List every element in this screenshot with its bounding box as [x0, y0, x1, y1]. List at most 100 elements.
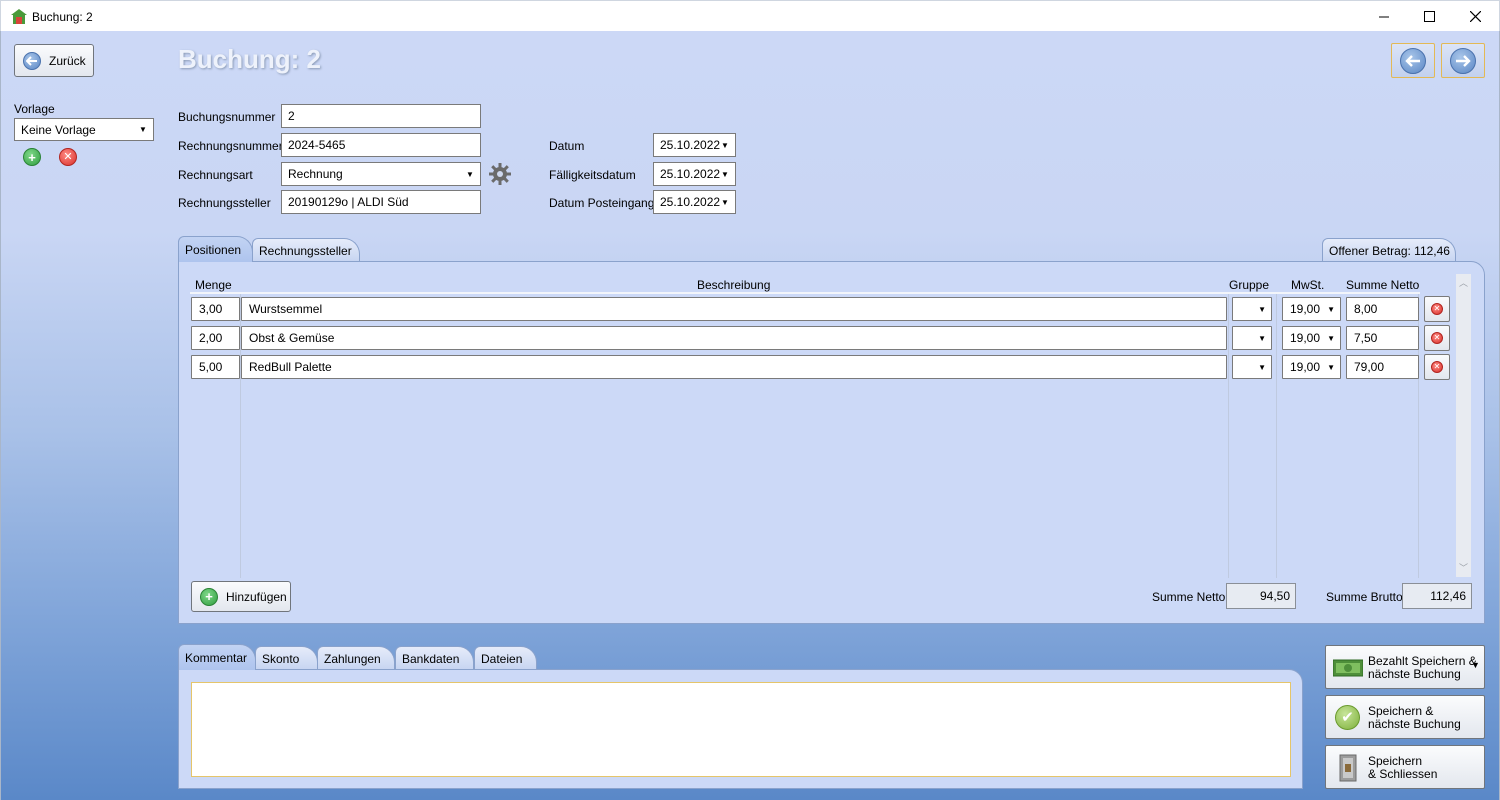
maximize-button[interactable] — [1406, 1, 1452, 32]
close-icon: ✕ — [1431, 361, 1443, 373]
chevron-down-icon: ▼ — [1327, 305, 1335, 314]
summe-brutto-value: 112,46 — [1430, 589, 1466, 603]
faelligkeit-label: Fälligkeitsdatum — [549, 168, 636, 182]
beschreibung-value: Obst & Gemüse — [249, 331, 335, 345]
rechnungssteller-label: Rechnungssteller — [178, 196, 271, 210]
speichern-schliessen-line1: Speichern — [1368, 754, 1423, 768]
menge-value: 2,00 — [199, 331, 223, 345]
menge-value: 3,00 — [199, 302, 223, 316]
tab-skonto[interactable]: Skonto — [255, 646, 318, 670]
close-window-button[interactable] — [1452, 1, 1498, 32]
speichern-naechste-label: Speichern & nächste Buchung — [1368, 705, 1461, 731]
bezahlt-label-line1: Bezahlt Speichern & — [1368, 654, 1477, 668]
mwst-value: 19,00 — [1290, 331, 1321, 345]
plus-icon: + — [23, 148, 41, 166]
row-mwst-select[interactable]: 19,00 ▼ — [1282, 355, 1341, 379]
faelligkeit-picker[interactable]: 25.10.2022 ▼ — [653, 162, 736, 186]
kommentar-textarea[interactable] — [191, 682, 1291, 777]
tab-bankdaten[interactable]: Bankdaten — [395, 646, 474, 670]
tab-dateien-label: Dateien — [481, 651, 523, 666]
summe-netto-label: Summe Netto — [1152, 590, 1226, 604]
add-position-button[interactable]: + Hinzufügen — [191, 581, 291, 612]
row-menge[interactable]: 2,00 — [191, 326, 240, 350]
back-button[interactable]: Zurück — [14, 44, 94, 77]
header-summe-netto: Summe Netto — [1346, 278, 1420, 292]
row-summe[interactable]: 7,50 — [1346, 326, 1419, 350]
speichern-schliessen-line2: & Schliessen — [1368, 767, 1438, 781]
delete-row-button[interactable]: ✕ — [1424, 354, 1450, 380]
delete-row-button[interactable]: ✕ — [1424, 296, 1450, 322]
bezahlt-speichern-button[interactable]: Bezahlt Speichern & nächste Buchung ▼ — [1325, 645, 1485, 689]
rechnungsnummer-value: 2024-5465 — [288, 138, 346, 152]
tab-bankdaten-label: Bankdaten — [402, 651, 460, 666]
rechnungsart-value: Rechnung — [288, 167, 343, 181]
row-summe[interactable]: 8,00 — [1346, 297, 1419, 321]
header-mwst: MwSt. — [1291, 278, 1325, 292]
delete-row-button[interactable]: ✕ — [1424, 325, 1450, 351]
close-icon: ✕ — [1431, 332, 1443, 344]
positions-scrollbar[interactable]: ︿ ﹀ — [1456, 274, 1471, 577]
speichern-schliessen-button[interactable]: Speichern & Schliessen — [1325, 745, 1485, 789]
tab-dateien[interactable]: Dateien — [474, 646, 537, 670]
row-gruppe-select[interactable]: ▼ — [1232, 355, 1272, 379]
header-beschreibung: Beschreibung — [697, 278, 771, 292]
tab-kommentar[interactable]: Kommentar — [178, 644, 256, 670]
rechnungsnummer-label: Rechnungsnummer — [178, 139, 283, 153]
close-icon: ✕ — [59, 148, 77, 166]
row-gruppe-select[interactable]: ▼ — [1232, 326, 1272, 350]
plus-icon: + — [200, 587, 218, 606]
menge-value: 5,00 — [199, 360, 223, 374]
row-summe[interactable]: 79,00 — [1346, 355, 1419, 379]
rechnungsart-label: Rechnungsart — [178, 168, 253, 182]
buchungsnummer-field[interactable]: 2 — [281, 104, 481, 128]
tab-rechnungssteller[interactable]: Rechnungssteller — [252, 238, 360, 262]
chevron-down-icon: ▼ — [1327, 334, 1335, 343]
offener-betrag-label: Offener Betrag: 112,46 — [1329, 243, 1450, 258]
rechnungssteller-field[interactable]: 20190129o | ALDI Süd — [281, 190, 481, 214]
title-bar: Buchung: 2 — [0, 0, 1500, 31]
summe-brutto-field: 112,46 — [1402, 583, 1472, 609]
rechnungsart-select[interactable]: Rechnung ▼ — [281, 162, 481, 186]
datum-picker[interactable]: 25.10.2022 ▼ — [653, 133, 736, 157]
row-beschreibung[interactable]: RedBull Palette — [241, 355, 1227, 379]
header-menge: Menge — [195, 278, 232, 292]
tab-zahlungen[interactable]: Zahlungen — [317, 646, 395, 670]
minimize-icon — [1379, 16, 1389, 17]
posteingang-picker[interactable]: 25.10.2022 ▼ — [653, 190, 736, 214]
row-mwst-select[interactable]: 19,00 ▼ — [1282, 326, 1341, 350]
chevron-down-icon: ▼ — [1327, 363, 1335, 372]
datum-label: Datum — [549, 139, 585, 153]
chevron-down-icon: ▼ — [721, 169, 729, 179]
row-mwst-select[interactable]: 19,00 ▼ — [1282, 297, 1341, 321]
tab-kommentar-label: Kommentar — [185, 650, 248, 665]
page-title: Buchung: 2 — [178, 44, 321, 74]
speichern-naechste-button[interactable]: ✔ Speichern & nächste Buchung — [1325, 695, 1485, 739]
minimize-button[interactable] — [1361, 1, 1407, 32]
row-gruppe-select[interactable]: ▼ — [1232, 297, 1272, 321]
row-menge[interactable]: 5,00 — [191, 355, 240, 379]
tab-positionen[interactable]: Positionen — [178, 236, 253, 262]
gear-icon[interactable] — [489, 163, 511, 185]
vorlage-select[interactable]: Keine Vorlage ▼ — [14, 118, 154, 141]
chevron-down-icon: ▼ — [139, 125, 147, 134]
back-label: Zurück — [49, 53, 86, 68]
previous-button[interactable] — [1391, 43, 1435, 78]
row-beschreibung[interactable]: Obst & Gemüse — [241, 326, 1227, 350]
speichern-naechste-line1: Speichern & — [1368, 704, 1434, 718]
add-vorlage-button[interactable]: + — [23, 148, 41, 166]
chevron-down-icon: ▼ — [466, 169, 474, 179]
next-button[interactable] — [1441, 43, 1485, 78]
summe-value: 79,00 — [1354, 360, 1385, 374]
row-menge[interactable]: 3,00 — [191, 297, 240, 321]
summe-value: 7,50 — [1354, 331, 1378, 345]
tab-zahlungen-label: Zahlungen — [324, 651, 381, 666]
chevron-down-icon[interactable]: ▼ — [1471, 660, 1480, 670]
summe-netto-value: 94,50 — [1259, 589, 1290, 603]
tab-rechnungssteller-label: Rechnungssteller — [259, 243, 352, 258]
chevron-down-icon: ▼ — [1258, 363, 1266, 372]
row-beschreibung[interactable]: Wurstsemmel — [241, 297, 1227, 321]
delete-vorlage-button[interactable]: ✕ — [59, 148, 77, 166]
rechnungsnummer-field[interactable]: 2024-5465 — [281, 133, 481, 157]
chevron-down-icon: ▼ — [721, 140, 729, 150]
faelligkeit-value: 25.10.2022 — [660, 167, 721, 181]
